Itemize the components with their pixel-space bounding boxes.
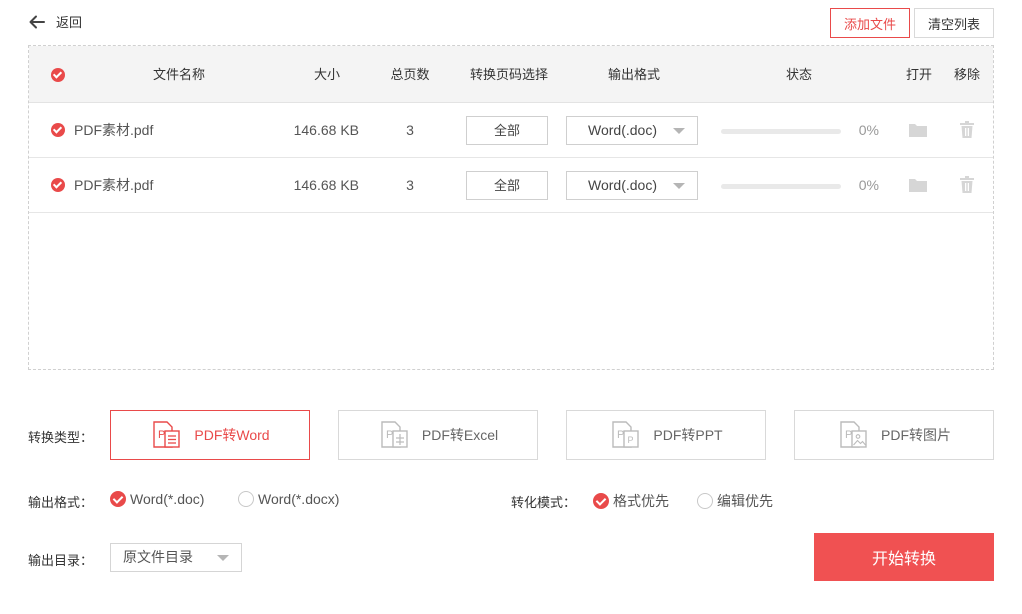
pdf-to-word-label: PDF转Word bbox=[194, 427, 270, 443]
folder-icon[interactable] bbox=[908, 120, 928, 140]
pdf-to-image-option[interactable]: P PDF转图片 bbox=[794, 410, 994, 460]
radio-checked-icon bbox=[593, 493, 609, 509]
file-size: 146.68 KB bbox=[293, 122, 359, 138]
format-docx-radio[interactable]: Word(*.docx) bbox=[238, 491, 339, 507]
row-checkbox[interactable] bbox=[51, 123, 65, 137]
pdf-to-ppt-label: PDF转PPT bbox=[653, 427, 723, 443]
pdf-to-word-option[interactable]: P PDF转Word bbox=[110, 410, 310, 460]
progress-bar bbox=[721, 184, 841, 189]
pdf-to-ppt-option[interactable]: P P PDF转PPT bbox=[566, 410, 766, 460]
format-doc-label: Word(*.doc) bbox=[130, 491, 205, 507]
pdf-to-excel-option[interactable]: P PDF转Excel bbox=[338, 410, 538, 460]
svg-text:P: P bbox=[386, 429, 393, 441]
output-dir-select[interactable]: 原文件目录 bbox=[110, 543, 242, 572]
pdf-to-excel-icon: P bbox=[381, 421, 408, 448]
page-count: 3 bbox=[406, 177, 414, 193]
clear-list-button[interactable]: 清空列表 bbox=[914, 8, 994, 38]
chevron-down-icon bbox=[673, 183, 685, 189]
progress-bar bbox=[721, 129, 841, 134]
output-dir-label: 输出目录： bbox=[28, 553, 94, 568]
table-row: PDF素材.pdf 146.68 KB 3 全部 Word(.doc) 0% bbox=[29, 158, 993, 213]
chevron-down-icon bbox=[673, 128, 685, 134]
conversion-mode-label: 转化模式： bbox=[511, 495, 577, 510]
header-name: 文件名称 bbox=[152, 67, 205, 82]
trash-icon[interactable] bbox=[957, 175, 977, 195]
page-range-button[interactable]: 全部 bbox=[466, 171, 548, 200]
output-format-value: Word(.doc) bbox=[588, 122, 657, 138]
page-count: 3 bbox=[406, 122, 414, 138]
start-convert-button[interactable]: 开始转换 bbox=[814, 533, 994, 581]
conversion-type-label: 转换类型： bbox=[28, 430, 94, 445]
row-checkbox[interactable] bbox=[51, 178, 65, 192]
pdf-to-ppt-icon: P P bbox=[612, 421, 640, 448]
pdf-to-excel-label: PDF转Excel bbox=[421, 427, 499, 443]
file-table: 文件名称 大小 总页数 转换页码选择 输出格式 状态 打开 移除 PDF素材.p… bbox=[28, 45, 994, 370]
progress-percent: 0% bbox=[858, 122, 879, 138]
pdf-to-word-icon: P bbox=[153, 421, 181, 448]
pdf-to-image-label: PDF转图片 bbox=[881, 427, 951, 443]
file-size: 146.68 KB bbox=[293, 177, 359, 193]
header-size: 大小 bbox=[313, 67, 340, 82]
back-label: 返回 bbox=[56, 15, 83, 30]
output-format-select[interactable]: Word(.doc) bbox=[566, 171, 698, 200]
svg-text:P: P bbox=[628, 435, 634, 445]
header-open: 打开 bbox=[905, 67, 932, 82]
output-dir-value: 原文件目录 bbox=[123, 549, 193, 565]
svg-text:P: P bbox=[158, 429, 165, 441]
back-button[interactable]: 返回 bbox=[28, 12, 82, 31]
select-all-checkbox[interactable] bbox=[51, 68, 65, 82]
radio-unchecked-icon bbox=[697, 493, 713, 509]
folder-icon[interactable] bbox=[908, 175, 928, 195]
table-header: 文件名称 大小 总页数 转换页码选择 输出格式 状态 打开 移除 bbox=[29, 46, 993, 103]
header-range: 转换页码选择 bbox=[469, 67, 548, 82]
output-format-select[interactable]: Word(.doc) bbox=[566, 116, 698, 145]
file-name: PDF素材.pdf bbox=[74, 122, 154, 138]
radio-checked-icon bbox=[110, 491, 126, 507]
mode-edit-first-label: 编辑优先 bbox=[717, 493, 773, 509]
header-remove: 移除 bbox=[953, 67, 980, 82]
svg-text:P: P bbox=[845, 429, 852, 441]
mode-format-first-radio[interactable]: 格式优先 bbox=[593, 491, 669, 511]
file-name: PDF素材.pdf bbox=[74, 177, 154, 193]
progress-percent: 0% bbox=[858, 177, 879, 193]
page-range-button[interactable]: 全部 bbox=[466, 116, 548, 145]
chevron-down-icon bbox=[217, 555, 229, 561]
trash-icon[interactable] bbox=[957, 120, 977, 140]
header-status: 状态 bbox=[785, 67, 812, 82]
format-docx-label: Word(*.docx) bbox=[258, 491, 340, 507]
svg-text:P: P bbox=[617, 429, 624, 441]
header-pages: 总页数 bbox=[390, 67, 430, 82]
add-file-button[interactable]: 添加文件 bbox=[830, 8, 910, 38]
mode-edit-first-radio[interactable]: 编辑优先 bbox=[697, 491, 773, 511]
pdf-to-image-icon: P bbox=[840, 421, 867, 448]
radio-unchecked-icon bbox=[238, 491, 254, 507]
table-row: PDF素材.pdf 146.68 KB 3 全部 Word(.doc) 0% bbox=[29, 103, 993, 158]
format-doc-radio[interactable]: Word(*.doc) bbox=[110, 491, 204, 507]
mode-format-first-label: 格式优先 bbox=[613, 493, 669, 509]
output-format-label: 输出格式： bbox=[28, 495, 94, 510]
arrow-left-icon bbox=[29, 15, 45, 28]
header-format: 输出格式 bbox=[607, 67, 660, 82]
output-format-value: Word(.doc) bbox=[588, 177, 657, 193]
